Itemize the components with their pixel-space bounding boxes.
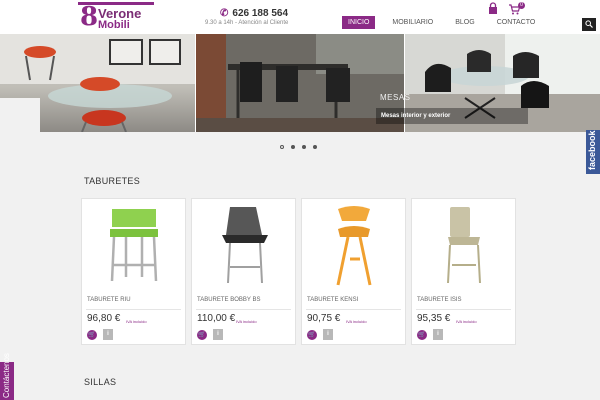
product-card[interactable]: TABURETE KENSI 90,75 € IVA incluido 🛒 i [301,198,406,345]
logo-line2: Mobili [98,19,130,31]
cart-icon: 🛒 [198,332,206,338]
product-price: 110,00 € [197,313,236,324]
divider [86,309,181,310]
cart-count-badge: 0 [518,2,525,9]
add-to-cart-button[interactable]: 🛒 [417,330,427,340]
contact-side-tab[interactable]: Contáctenos [0,353,14,400]
product-name[interactable]: TABURETE RIU [87,297,131,303]
slide-caption-title: MESAS [380,93,411,102]
contact-tab-label: Contáctenos [2,353,11,398]
facebook-side-tab[interactable]: facebook [586,130,600,174]
info-icon: i [217,331,219,337]
logo-line2-text: Mobili [98,19,130,31]
product-info-button[interactable]: i [323,329,333,340]
product-price: 90,75 € [307,313,341,324]
phone-text: 626 188 564 [232,8,289,19]
divider [306,309,401,310]
info-icon: i [107,331,109,337]
nav-item-inicio[interactable]: INICIO [342,16,376,29]
nav-item-mobiliario[interactable]: MOBILIARIO [386,16,439,29]
phone-icon: ✆ [220,8,229,19]
info-icon: i [437,331,439,337]
phone-number[interactable]: ✆ 626 188 564 [220,8,288,19]
add-to-cart-button[interactable]: 🛒 [307,330,317,340]
section-title-taburetes: TABURETES [84,176,141,186]
account-lock-icon[interactable] [488,2,498,14]
search-icon [585,20,593,30]
slider-dot-1[interactable] [280,145,284,149]
tax-note: IVA incluido [456,319,477,324]
product-name[interactable]: TABURETE ISIS [417,297,462,303]
product-card[interactable]: TABURETE RIU 96,80 € IVA incluido 🛒 i [81,198,186,345]
section-title-sillas: SILLAS [84,377,117,387]
facebook-tab-label: facebook [587,130,597,170]
cart-icon: 🛒 [88,332,96,338]
tax-note: IVA incluido [346,319,367,324]
divider [196,309,291,310]
tax-note: IVA incluido [236,319,257,324]
product-image[interactable] [412,199,515,291]
slider-pagination [280,145,317,149]
cart-icon: 🛒 [418,332,426,338]
add-to-cart-button[interactable]: 🛒 [87,330,97,340]
product-image[interactable] [302,199,405,291]
product-name[interactable]: TABURETE KENSI [307,297,358,303]
product-card[interactable]: TABURETE ISIS 95,35 € IVA incluido 🛒 i [411,198,516,345]
slider-dot-4[interactable] [313,145,317,149]
add-to-cart-button[interactable]: 🛒 [197,330,207,340]
search-button[interactable] [582,18,596,31]
product-name[interactable]: TABURETE BOBBY BS [197,297,260,303]
slide-image-1 [0,34,196,132]
slider-dot-3[interactable] [302,145,306,149]
product-price: 96,80 € [87,313,121,324]
product-info-button[interactable]: i [433,329,443,340]
product-card[interactable]: TABURETE BOBBY BS 110,00 € IVA incluido … [191,198,296,345]
tax-note: IVA incluido [126,319,147,324]
product-grid-taburetes: TABURETE RIU 96,80 € IVA incluido 🛒 i TA… [81,198,517,345]
product-image[interactable] [82,199,185,291]
product-info-button[interactable]: i [213,329,223,340]
product-image[interactable] [192,199,295,291]
site-header: 8 Verone Mobili ✆ 626 188 564 9.30 a 14h … [0,0,600,34]
product-price: 95,35 € [417,313,451,324]
nav-item-blog[interactable]: BLOG [449,16,480,29]
logo-mark-icon: 8 [80,2,99,32]
divider [416,309,511,310]
cart-icon: 🛒 [308,332,316,338]
product-info-button[interactable]: i [103,329,113,340]
site-logo[interactable]: 8 Verone Mobili [78,2,154,32]
slider-dot-2[interactable] [291,145,295,149]
info-icon: i [327,331,329,337]
opening-hours: 9.30 a 14h - Atención al Cliente [205,20,289,26]
slide-image-2 [196,34,404,132]
slide-caption-subtitle[interactable]: Mesas interior y exterior [381,113,450,119]
